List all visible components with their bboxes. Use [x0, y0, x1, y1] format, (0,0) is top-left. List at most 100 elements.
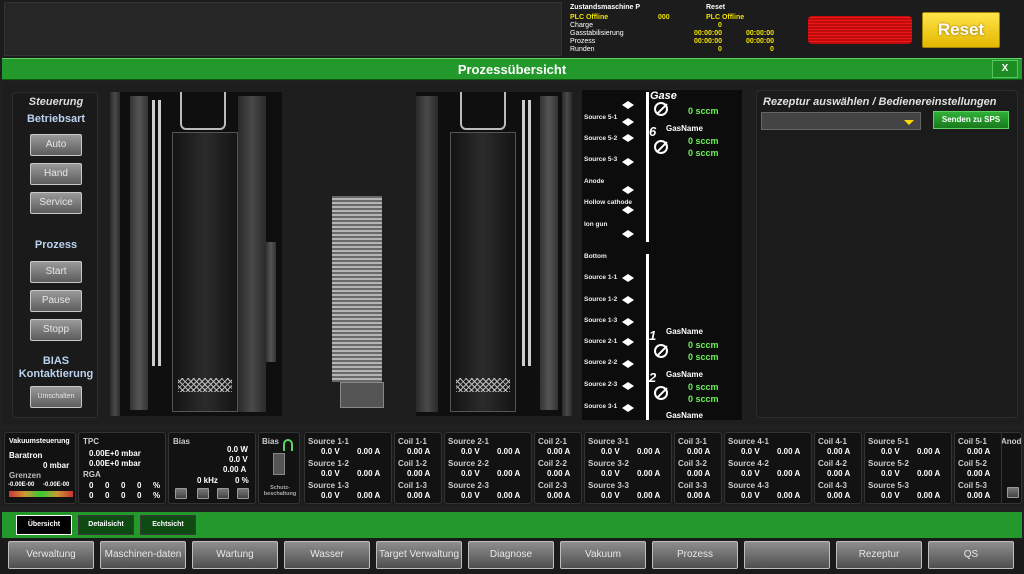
- source-label: Source 1-2: [584, 296, 618, 303]
- tab-real-view[interactable]: Echtsicht: [140, 515, 196, 535]
- valve-icon: [616, 101, 646, 109]
- process-title: Prozess: [34, 239, 78, 251]
- source-current: 0.00 A: [917, 469, 941, 478]
- valve-icon: [616, 158, 646, 166]
- top-left-panel: [4, 2, 562, 56]
- service-button[interactable]: Service: [30, 192, 82, 214]
- plc-code: 000: [658, 14, 670, 21]
- coil-box[interactable]: Coil 4-1 0.00 A Coil 4-2 0.00 A Coil 4-3 0.00…: [814, 432, 862, 504]
- mfc-number: 6: [649, 124, 657, 139]
- pause-button[interactable]: Pause: [30, 290, 82, 312]
- gas-name: GasName: [666, 411, 703, 420]
- anode-button[interactable]: [1007, 487, 1019, 498]
- nav-vacuum[interactable]: Vakuum: [560, 541, 646, 569]
- nav-empty[interactable]: [744, 541, 830, 569]
- top-flange: [180, 92, 226, 130]
- switch-button[interactable]: Umschalten: [30, 386, 82, 408]
- nav-machine-data[interactable]: Maschinen-daten: [100, 541, 186, 569]
- coil-current: 0.00 A: [967, 491, 991, 500]
- recipe-title: Rezeptur auswählen / Bedienereinstellung…: [763, 96, 997, 108]
- nav-target-management[interactable]: Target Verwaltung: [376, 541, 462, 569]
- gas-flow-value: 0 sccm: [688, 382, 719, 392]
- manual-button[interactable]: Hand: [30, 163, 82, 185]
- rga-unit: %: [153, 491, 161, 500]
- status-row-label: Prozess: [570, 38, 596, 45]
- gas-flow-value: 0 sccm: [688, 148, 719, 158]
- coil-box[interactable]: Coil 1-1 0.00 A Coil 1-2 0.00 A Coil 1-3 0.00…: [394, 432, 442, 504]
- chamber-interior: [450, 132, 516, 412]
- carousel-rack: [332, 196, 382, 382]
- mfc-number: 1: [649, 328, 657, 343]
- source-row-label: Source 3-3: [588, 481, 629, 490]
- tpc-value-1: 0.00E+0 mbar: [89, 449, 141, 458]
- source-voltage: 0.0 V: [601, 469, 620, 478]
- bias-control-button[interactable]: [217, 488, 229, 499]
- source-voltage: 0.0 V: [741, 447, 760, 456]
- nav-process[interactable]: Prozess: [652, 541, 738, 569]
- source-label: Source 1-3: [584, 317, 618, 324]
- coil-current: 0.00 A: [827, 469, 851, 478]
- coil-box[interactable]: Coil 3-1 0.00 A Coil 3-2 0.00 A Coil 3-3 0.00…: [674, 432, 722, 504]
- reset-title: Reset: [706, 4, 726, 11]
- source-voltage: 0.0 V: [321, 469, 340, 478]
- source-label: Source 2-1: [584, 338, 618, 345]
- recipe-panel: Rezeptur auswählen / Bedienereinstellung…: [756, 90, 1018, 418]
- stop-button[interactable]: Stopp: [30, 319, 82, 341]
- nav-maintenance[interactable]: Wartung: [192, 541, 278, 569]
- source-box[interactable]: Source 1-1 0.0 V 0.00 A Source 1-2 0.0 V 0.00…: [304, 432, 392, 504]
- coil-box[interactable]: Coil 5-1 0.00 A Coil 5-2 0.00 A Coil 5-3 0.00…: [954, 432, 1002, 504]
- status-row-label: Gasstabilisierung: [570, 30, 624, 37]
- coil-current: 0.00 A: [967, 447, 991, 456]
- bias-control-button[interactable]: [197, 488, 209, 499]
- tab-overview[interactable]: Übersicht: [16, 515, 72, 535]
- coil-current: 0.00 A: [407, 491, 431, 500]
- anode-label: Anod: [1001, 437, 1022, 446]
- bias-control-button[interactable]: [175, 488, 187, 499]
- coil-label: Coil 5-3: [958, 481, 987, 490]
- send-to-plc-button[interactable]: Senden zu SPS: [933, 111, 1009, 129]
- valve-icon: [616, 186, 646, 194]
- nav-water[interactable]: Wasser: [284, 541, 370, 569]
- bias-box[interactable]: Bias 0.0 W 0.0 V 0.00 A 0 kHz 0 %: [168, 432, 256, 504]
- mfc-icon: [654, 344, 668, 358]
- nav-quality[interactable]: QS: [928, 541, 1014, 569]
- coil-label: Coil 1-2: [398, 459, 427, 468]
- source-box[interactable]: Source 2-1 0.0 V 0.00 A Source 2-2 0.0 V 0.00…: [444, 432, 532, 504]
- auto-button[interactable]: Auto: [30, 134, 82, 156]
- source-box[interactable]: Source 4-1 0.0 V 0.00 A Source 4-2 0.0 V 0.00…: [724, 432, 812, 504]
- tab-detail-view[interactable]: Detailsicht: [78, 515, 134, 535]
- source-current: 0.00 A: [637, 491, 661, 500]
- nav-recipe[interactable]: Rezeptur: [836, 541, 922, 569]
- vacuum-control-box[interactable]: Vakuumsteuerung Baratron 0 mbar Grenzen …: [4, 432, 76, 504]
- bias-protection-box[interactable]: Bias Schutz-beschaltung: [258, 432, 300, 504]
- coil-label: Coil 4-3: [818, 481, 847, 490]
- bias-contact-title: BIAS Kontaktierung: [18, 355, 94, 380]
- reset-button[interactable]: Reset: [922, 12, 1000, 48]
- page-title: Prozessübersicht: [457, 62, 567, 77]
- nav-diagnosis[interactable]: Diagnose: [468, 541, 554, 569]
- coil-label: Coil 3-1: [678, 437, 707, 446]
- source-label: Source 5-3: [584, 156, 618, 163]
- coil-label: Coil 2-2: [538, 459, 567, 468]
- source-voltage: 0.0 V: [741, 469, 760, 478]
- source-row-label: Source 1-1: [308, 437, 349, 446]
- source-box[interactable]: Source 5-1 0.0 V 0.00 A Source 5-2 0.0 V 0.00…: [864, 432, 952, 504]
- start-button[interactable]: Start: [30, 261, 82, 283]
- source-label: Source 2-3: [584, 381, 618, 388]
- source-row-label: Source 3-2: [588, 459, 629, 468]
- rga-value: 0: [137, 491, 142, 500]
- valve-icon: [616, 382, 646, 390]
- tpc-box[interactable]: TPC 0.00E+0 mbar 0.00E+0 mbar RGA 0 0 0 …: [78, 432, 166, 504]
- bias-control-button[interactable]: [237, 488, 249, 499]
- gas-flow-value: 0 sccm: [688, 106, 719, 116]
- source-current: 0.00 A: [497, 469, 521, 478]
- protection-icon: [283, 439, 293, 451]
- status-row-value: 00:00:00: [746, 38, 775, 45]
- source-box[interactable]: Source 3-1 0.0 V 0.00 A Source 3-2 0.0 V 0.00…: [584, 432, 672, 504]
- nav-administration[interactable]: Verwaltung: [8, 541, 94, 569]
- recipe-dropdown[interactable]: [761, 112, 921, 130]
- limit-low: -0.00E-00: [8, 482, 35, 488]
- close-button[interactable]: X: [992, 60, 1018, 78]
- source-current: 0.00 A: [497, 447, 521, 456]
- coil-box[interactable]: Coil 2-1 0.00 A Coil 2-2 0.00 A Coil 2-3 0.00…: [534, 432, 582, 504]
